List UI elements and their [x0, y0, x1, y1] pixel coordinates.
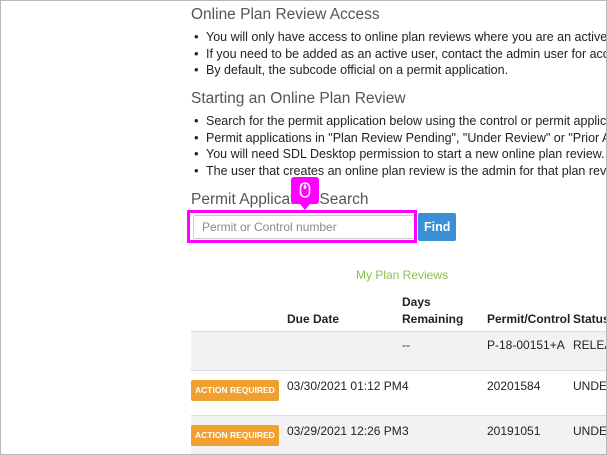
permit-search-input[interactable] [193, 215, 415, 239]
access-section-title: Online Plan Review Access [191, 6, 380, 23]
access-bullet: By default, the subcode official on a pe… [191, 62, 606, 79]
due-date-cell: 03/29/2021 12:26 PM [287, 423, 402, 438]
header-badge [191, 291, 287, 332]
access-bullets: You will only have access to online plan… [191, 29, 606, 79]
status-cell: RELEA [573, 331, 606, 371]
days-remaining-cell: 3 [402, 423, 409, 438]
table-row[interactable]: -- P-18-00151+A RELEA [191, 331, 606, 371]
days-remaining-cell: 4 [402, 370, 487, 416]
start-bullet: Search for the permit application below … [191, 113, 606, 130]
header-permit-control[interactable]: Permit/Control [487, 291, 573, 332]
find-button[interactable]: Find [418, 213, 456, 241]
start-bullets: Search for the permit application below … [191, 113, 606, 180]
permit-control-cell[interactable]: 20201584 [487, 370, 573, 416]
status-cell: UNDE [573, 423, 607, 438]
table-row[interactable]: ACTION REQUIRED 03/29/2021 12:26 PM 3 20… [191, 415, 607, 454]
header-days-remaining[interactable]: Days Remaining [402, 291, 487, 332]
status-cell: UNDE [573, 370, 606, 416]
action-required-badge: ACTION REQUIRED [191, 424, 279, 446]
mouse-pointer-icon [291, 177, 319, 210]
row-badge-cell: ACTION REQUIRED [191, 415, 287, 454]
header-status[interactable]: Status [573, 291, 606, 332]
action-required-badge: ACTION REQUIRED [191, 379, 279, 401]
start-bullet: You will need SDL Desktop permission to … [191, 146, 606, 163]
row-badge-cell: ACTION REQUIRED [191, 370, 287, 416]
header-due-date[interactable]: Due Date [287, 291, 402, 332]
permit-control-cell[interactable]: 20191051 [487, 415, 573, 454]
my-plan-reviews-link[interactable]: My Plan Reviews [191, 268, 606, 282]
start-bullet: Permit applications in "Plan Review Pend… [191, 130, 606, 147]
header-days-line2: Remaining [402, 311, 464, 326]
due-date-cell: 03/30/2021 01:12 PM [287, 370, 402, 416]
permit-control-cell[interactable]: P-18-00151+A [487, 331, 573, 371]
row-badge-cell [191, 331, 287, 371]
access-bullet: If you need to be added as an active use… [191, 46, 606, 63]
start-bullet: The user that creates an online plan rev… [191, 163, 606, 180]
start-section-title: Starting an Online Plan Review [191, 90, 406, 107]
days-remaining-cell: -- [402, 331, 487, 371]
header-days-line1: Days [402, 294, 431, 309]
access-bullet: You will only have access to online plan… [191, 29, 606, 46]
table-row[interactable]: ACTION REQUIRED 03/30/2021 01:12 PM 4 20… [191, 370, 606, 416]
plan-reviews-table: Due Date Days Remaining Permit/Control S… [191, 291, 607, 454]
search-section-title: Permit Application Search [191, 191, 369, 208]
page-frame: Online Plan Review Access You will only … [0, 0, 607, 455]
table-header-row: Due Date Days Remaining Permit/Control S… [191, 291, 606, 332]
due-date-cell [287, 331, 402, 371]
